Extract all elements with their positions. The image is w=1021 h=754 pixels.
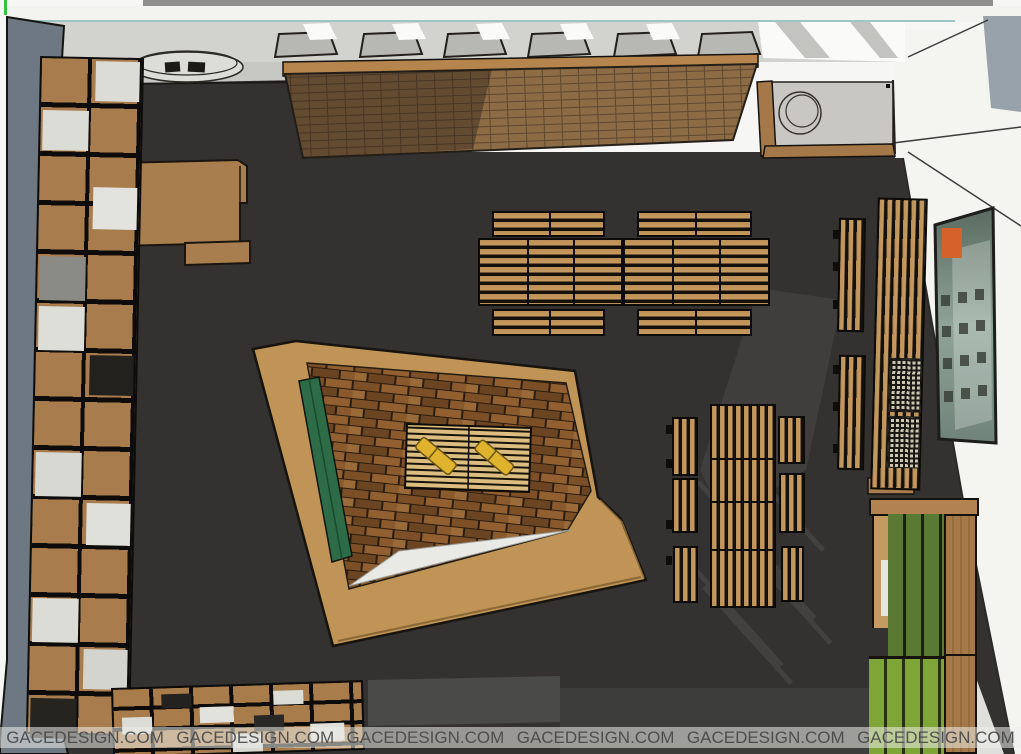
axis-green-tick: [4, 0, 7, 15]
bracket: [666, 425, 672, 434]
v-long-table: [710, 404, 776, 608]
shelf-cell: [200, 706, 234, 723]
mesh-seat-1: [888, 358, 921, 413]
shelf-cell: [42, 110, 89, 151]
left-cube-shelf-wall: [26, 56, 144, 736]
wall-bench-2: [837, 355, 866, 470]
ceiling-oval-fixture: [131, 51, 243, 82]
bracket: [666, 520, 672, 529]
bracket: [666, 459, 672, 468]
shelf-cell: [38, 306, 85, 351]
equipment-box: [757, 80, 895, 158]
shelf-cell: [32, 598, 79, 643]
wall-poster: [935, 208, 996, 443]
shelf-cell: [273, 690, 303, 705]
green-upper: [888, 514, 944, 656]
shelf-cell: [92, 187, 137, 230]
shelf-cell: [95, 61, 140, 102]
bench-bottom-1: [492, 309, 605, 336]
shelf-cell: [89, 355, 134, 396]
watermark-text: GACEDESIGN.COM: [681, 728, 851, 748]
watermark-text: GACEDESIGN.COM: [340, 728, 510, 748]
mesh-seat-2: [887, 416, 920, 469]
v-bench-right-2: [779, 473, 805, 533]
render-base: [0, 0, 1021, 754]
bracket: [833, 262, 839, 271]
watermark-band: GACEDESIGN.COM GACEDESIGN.COM GACEDESIGN…: [0, 727, 1021, 748]
bench-bottom-2: [637, 309, 752, 336]
v-bench-left-1: [672, 417, 698, 476]
v-bench-right-1: [778, 416, 805, 464]
v-bench-left-2: [672, 478, 698, 533]
poster-orange-square: [942, 228, 962, 258]
wall-bench-1: [837, 218, 866, 332]
v-bench-left-3: [673, 546, 698, 603]
floor-plinth: [368, 676, 560, 726]
wall-bench-main: [870, 197, 928, 490]
shelf-cell: [83, 649, 128, 690]
bracket: [833, 230, 839, 239]
shelf-cell: [86, 503, 131, 546]
bench-top-1: [492, 211, 605, 237]
long-table-2: [623, 238, 770, 306]
bracket: [833, 402, 839, 411]
shelf-cell: [35, 452, 82, 497]
shelf-cell: [39, 256, 86, 301]
v-bench-right-3: [781, 546, 804, 602]
long-table-1: [478, 238, 623, 306]
watermark-text: GACEDESIGN.COM: [170, 728, 340, 748]
bench-top-2: [637, 211, 752, 237]
watermark-text: GACEDESIGN.COM: [0, 728, 170, 748]
panel-shadow: [285, 70, 492, 158]
shelf-cell: [161, 693, 191, 708]
bracket: [833, 300, 839, 309]
bracket: [833, 365, 839, 374]
green-cube-shelf: [869, 498, 979, 754]
watermark-text: GACEDESIGN.COM: [511, 728, 681, 748]
top-wall-band: [7, 6, 1021, 22]
bracket: [666, 556, 672, 565]
wood-side-upper: [944, 514, 977, 656]
interior-render: GACEDESIGN.COM GACEDESIGN.COM GACEDESIGN…: [0, 0, 1021, 754]
viewport-top-strip: [143, 0, 993, 6]
watermark-text: GACEDESIGN.COM: [851, 728, 1021, 748]
bracket: [833, 444, 839, 453]
